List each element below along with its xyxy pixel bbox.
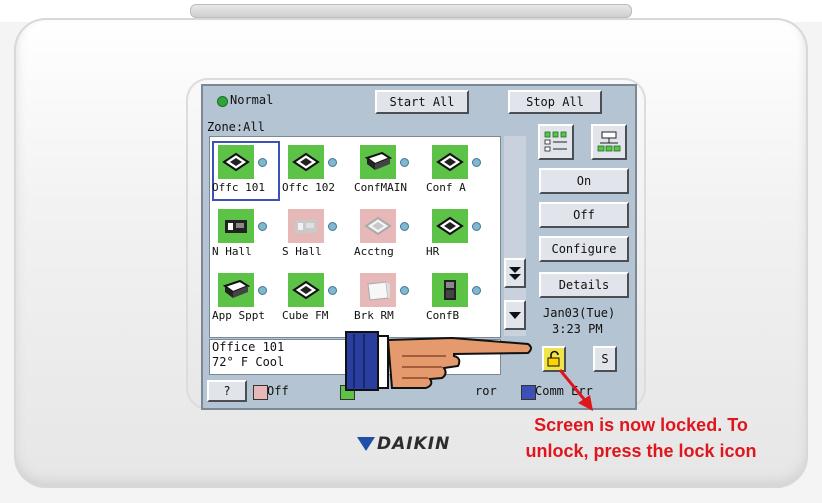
lock-button[interactable]	[542, 346, 566, 372]
start-all-button[interactable]: Start All	[375, 90, 469, 114]
unit-status-tile	[432, 145, 468, 179]
unit-indicator-dot	[400, 286, 409, 295]
clock-time: 3:23 PM	[552, 322, 603, 336]
unit-status-tile	[360, 145, 396, 179]
help-button[interactable]: ?	[207, 380, 247, 402]
unit-offc-101[interactable]: Offc 101	[212, 141, 280, 207]
unit-n-hall[interactable]: N Hall	[212, 205, 280, 271]
zone-label: Zone:All	[207, 120, 265, 134]
unit-indicator-dot	[258, 286, 267, 295]
wall-unit-icon	[225, 220, 247, 233]
unit-indicator-dot	[472, 286, 481, 295]
unit-acctng[interactable]: Acctng	[354, 205, 422, 271]
unit-label: Acctng	[354, 245, 394, 258]
unit-label: Conf A	[426, 181, 466, 194]
group-view-button[interactable]	[591, 124, 627, 160]
unit-status-tile	[288, 273, 324, 307]
unit-label: Offc 102	[282, 181, 335, 194]
floor-unit-icon	[444, 280, 456, 300]
unit-label: Brk RM	[354, 309, 394, 322]
selected-unit-temp-mode: 72° F Cool	[212, 355, 285, 369]
page-down-button[interactable]	[504, 258, 526, 288]
unit-cube-fm[interactable]: Cube FM	[282, 269, 350, 335]
unit-status-tile	[288, 145, 324, 179]
unit-app-sppt[interactable]: App Sppt	[212, 269, 280, 335]
unit-offc-102[interactable]: Offc 102	[282, 141, 350, 207]
unit-indicator-dot	[328, 222, 337, 231]
grid-scrollbar[interactable]	[504, 136, 526, 336]
unit-indicator-dot	[328, 286, 337, 295]
on-button[interactable]: On	[539, 168, 629, 194]
unit-status-tile	[218, 273, 254, 307]
details-button[interactable]: Details	[539, 272, 629, 298]
top-slot	[190, 4, 632, 18]
unit-hr[interactable]: HR	[426, 205, 494, 271]
double-down-arrow-icon	[509, 267, 521, 280]
unit-label: ConfMAIN	[354, 181, 407, 194]
unit-status-tile	[218, 145, 254, 179]
cassette-unit-icon	[292, 152, 320, 172]
clock-date: Jan03(Tue)	[543, 306, 616, 320]
ceiling-unit-icon	[364, 151, 392, 170]
unit-indicator-dot	[472, 158, 481, 167]
configure-button[interactable]: Configure	[539, 236, 629, 262]
unit-label: HR	[426, 245, 440, 258]
brand-text: DAIKIN	[377, 434, 451, 454]
callout-line-1: Screen is now locked. To	[534, 415, 748, 435]
unit-label: Cube FM	[282, 309, 329, 322]
unit-indicator-dot	[400, 222, 409, 231]
group-view-icon	[597, 131, 621, 152]
cassette-unit-icon	[222, 152, 250, 172]
unit-status-tile	[432, 273, 468, 307]
wall-unit-icon	[295, 220, 317, 233]
unit-grid: Offc 101 Offc 102 ConfMAIN Conf A N Hall…	[209, 136, 501, 338]
unit-indicator-dot	[472, 222, 481, 231]
unit-confmain[interactable]: ConfMAIN	[354, 141, 422, 207]
unit-label: Offc 101	[212, 181, 265, 194]
unit-s-hall[interactable]: S Hall	[282, 205, 350, 271]
unit-status-tile	[360, 273, 396, 307]
ceiling-unit-icon	[222, 279, 250, 298]
off-swatch	[253, 385, 268, 400]
unit-indicator-dot	[400, 158, 409, 167]
unit-conf-a[interactable]: Conf A	[426, 141, 494, 207]
list-view-icon	[544, 131, 567, 152]
callout-line-2: unlock, press the lock icon	[525, 441, 757, 461]
unit-status-tile	[432, 209, 468, 243]
cassette-unit-icon	[292, 280, 320, 300]
unit-indicator-dot	[258, 158, 267, 167]
brand-logo: DAIKIN	[357, 434, 450, 454]
legend-off-label: Off	[267, 384, 289, 398]
cassette-unit-icon	[436, 216, 464, 236]
unit-status-tile	[218, 209, 254, 243]
selected-unit-name: Office 101	[212, 340, 285, 354]
lock-callout: Screen is now locked. To unlock, press t…	[476, 412, 806, 464]
cassette-unit-icon	[436, 152, 464, 172]
status-indicator-icon	[217, 96, 228, 107]
unit-label: S Hall	[282, 245, 322, 258]
lock-icon	[547, 350, 560, 367]
unit-label: App Sppt	[212, 309, 265, 322]
panel-unit-icon	[367, 281, 390, 301]
unit-indicator-dot	[328, 158, 337, 167]
unit-label: N Hall	[212, 245, 252, 258]
s-button[interactable]: S	[593, 346, 617, 372]
unit-status-tile	[360, 209, 396, 243]
unit-label: ConfB	[426, 309, 460, 322]
off-button[interactable]: Off	[539, 202, 629, 228]
cassette-unit-icon	[364, 216, 392, 236]
daikin-logo-icon	[357, 437, 375, 451]
legend-comm-err-label: Comm Err	[535, 384, 593, 398]
stop-all-button[interactable]: Stop All	[508, 90, 602, 114]
status-label: Normal	[230, 93, 274, 107]
pointing-hand-icon	[345, 331, 532, 391]
unit-indicator-dot	[258, 222, 267, 231]
list-view-button[interactable]	[538, 124, 574, 160]
unit-status-tile	[288, 209, 324, 243]
